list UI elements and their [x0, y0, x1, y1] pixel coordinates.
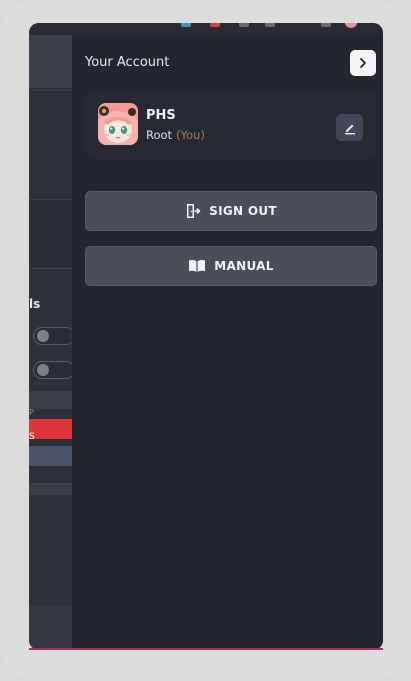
status-bar	[29, 23, 383, 35]
background-blue-bar[interactable]	[29, 446, 72, 466]
status-icon	[321, 23, 331, 27]
background-toggle[interactable]	[33, 361, 72, 379]
user-card: PHS Root (You)	[85, 91, 377, 159]
background-toggle[interactable]	[33, 327, 72, 345]
screen: ls P S Your Account PHS Root (You) SIGN …	[29, 23, 383, 650]
background-footer	[29, 606, 72, 650]
background-app: ls P S	[29, 35, 72, 650]
drawer-title: Your Account	[85, 55, 170, 70]
user-you-label: (You)	[176, 128, 205, 142]
background-red-label: S	[29, 432, 35, 442]
user-role-line: Root (You)	[146, 128, 205, 142]
pencil-icon	[343, 121, 357, 135]
edit-profile-button[interactable]	[336, 114, 363, 141]
background-section-label: ls	[29, 297, 41, 311]
status-icon	[210, 23, 220, 27]
open-book-icon	[188, 259, 206, 273]
background-red-button[interactable]	[29, 419, 72, 439]
sign-out-button[interactable]: SIGN OUT	[85, 191, 377, 231]
account-drawer: Your Account PHS Root (You) SIGN OUT MAN…	[72, 35, 383, 650]
bottom-accent-line	[29, 648, 383, 650]
background-header	[29, 35, 72, 88]
manual-label: MANUAL	[214, 259, 274, 273]
close-drawer-button[interactable]	[350, 50, 376, 76]
status-icon	[181, 23, 191, 27]
chevron-right-icon	[357, 57, 369, 69]
background-bar	[29, 483, 72, 495]
avatar	[98, 103, 138, 145]
status-icon	[239, 23, 249, 27]
door-exit-icon	[185, 203, 201, 219]
user-name: PHS	[146, 108, 176, 123]
status-icon	[265, 23, 275, 27]
background-panel	[29, 199, 72, 269]
manual-button[interactable]: MANUAL	[85, 246, 377, 286]
user-role: Root	[146, 128, 173, 142]
background-small-label: P	[29, 408, 35, 417]
sign-out-label: SIGN OUT	[209, 204, 277, 218]
background-bar	[29, 391, 72, 409]
status-avatar-icon	[345, 23, 357, 28]
background-divider	[29, 90, 72, 91]
